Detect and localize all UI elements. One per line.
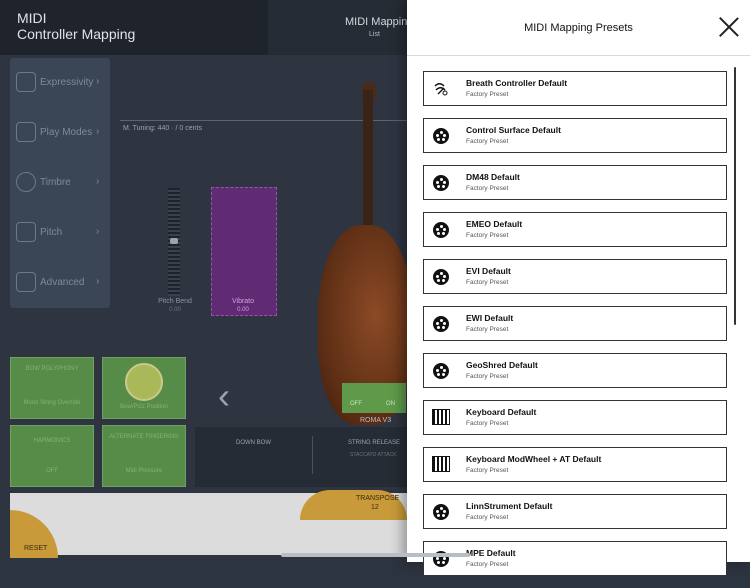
bow-polyphony-panel[interactable]: BOW POLYPHONY Mono String Override	[10, 357, 94, 419]
vibrato-value: 0.00	[237, 307, 249, 313]
preset-item[interactable]: GeoShred Default Factory Preset	[423, 353, 727, 388]
reset-label: RESET	[24, 545, 48, 552]
midi-din-icon	[433, 363, 449, 379]
preset-item[interactable]: EVI Default Factory Preset	[423, 259, 727, 294]
preset-scrollbar[interactable]	[734, 67, 736, 325]
sidebar-item-play-modes[interactable]: Play Modes ›	[10, 108, 110, 158]
previous-arrow-icon[interactable]: ‹	[218, 375, 230, 417]
chevron-right-icon: ›	[96, 126, 100, 137]
preset-list: Breath Controller Default Factory Preset…	[423, 71, 728, 588]
pitch-bend-value: 0.00	[169, 307, 181, 313]
harmonics-panel[interactable]: HARMONICS OFF	[10, 425, 94, 487]
down-bow-label[interactable]: DOWN BOW	[236, 440, 271, 446]
preset-item[interactable]: Keyboard ModWheel + AT Default Factory P…	[423, 447, 727, 482]
keyboard-icon	[432, 456, 450, 472]
midi-din-icon	[433, 504, 449, 520]
expressivity-icon	[16, 72, 36, 92]
breath-controller-icon	[434, 83, 448, 96]
preset-item[interactable]: MPE Default Factory Preset	[423, 541, 727, 576]
timbre-icon	[16, 172, 36, 192]
master-tuning[interactable]: M. Tuning: 440 · / 0 cents	[123, 125, 202, 132]
preset-item[interactable]: EWI Default Factory Preset	[423, 306, 727, 341]
cello-neck	[363, 90, 373, 240]
ride-toggle[interactable]: OFF ON	[342, 383, 406, 413]
bow-divider	[312, 436, 313, 474]
midi-din-icon	[433, 175, 449, 191]
midi-din-icon	[433, 316, 449, 332]
preset-item[interactable]: Breath Controller Default Factory Preset	[423, 71, 727, 106]
keyboard-icon	[432, 409, 450, 425]
preset-item[interactable]: Keyboard Default Factory Preset	[423, 400, 727, 435]
chevron-right-icon: ›	[96, 226, 100, 237]
play-modes-icon	[16, 122, 36, 142]
pitch-bend-label: Pitch Bend	[158, 298, 192, 305]
app-title: MIDI Controller Mapping	[17, 10, 136, 42]
vibrato-slider[interactable]	[211, 187, 277, 316]
bow-position-knob[interactable]	[125, 363, 163, 401]
midi-din-icon	[433, 128, 449, 144]
preset-item[interactable]: Control Surface Default Factory Preset	[423, 118, 727, 153]
preset-item[interactable]: LinnStrument Default Factory Preset	[423, 494, 727, 529]
sidebar-item-expressivity[interactable]: Expressivity ›	[10, 58, 110, 108]
string-release-label[interactable]: STRING RELEASE	[348, 440, 400, 446]
pitch-bend-handle[interactable]	[170, 238, 178, 244]
chevron-right-icon: ›	[96, 76, 100, 87]
sidebar: Expressivity › Play Modes › Timbre › Pit…	[10, 58, 110, 308]
chevron-right-icon: ›	[96, 276, 100, 287]
midi-din-icon	[433, 269, 449, 285]
preset-item[interactable]: EMEO Default Factory Preset	[423, 212, 727, 247]
panel-title: MIDI Mapping Presets	[524, 22, 633, 34]
vibrato-label: Vibrato	[231, 298, 255, 305]
home-indicator[interactable]	[281, 553, 470, 557]
midi-mapping-title[interactable]: MIDI Mapping	[345, 16, 413, 28]
advanced-icon	[16, 272, 36, 292]
alternate-fingering-panel[interactable]: ALTERNATE FINGERING Midi Pressure	[102, 425, 186, 487]
instrument-name: ROMA V3	[360, 417, 392, 424]
transpose-value: 12	[371, 504, 379, 511]
chevron-right-icon: ›	[96, 176, 100, 187]
sidebar-item-pitch[interactable]: Pitch ›	[10, 208, 110, 258]
midi-din-icon	[433, 222, 449, 238]
preset-item[interactable]: DM48 Default Factory Preset	[423, 165, 727, 200]
sidebar-item-timbre[interactable]: Timbre ›	[10, 158, 110, 208]
transpose-label: TRANSPOSE	[356, 495, 400, 502]
close-icon[interactable]	[718, 16, 740, 38]
sidebar-item-advanced[interactable]: Advanced ›	[10, 258, 110, 308]
staccato-attack-label: STACCATO ATTACK	[350, 452, 397, 458]
pitch-icon	[16, 222, 36, 242]
midi-mapping-subtitle: List	[369, 31, 380, 38]
